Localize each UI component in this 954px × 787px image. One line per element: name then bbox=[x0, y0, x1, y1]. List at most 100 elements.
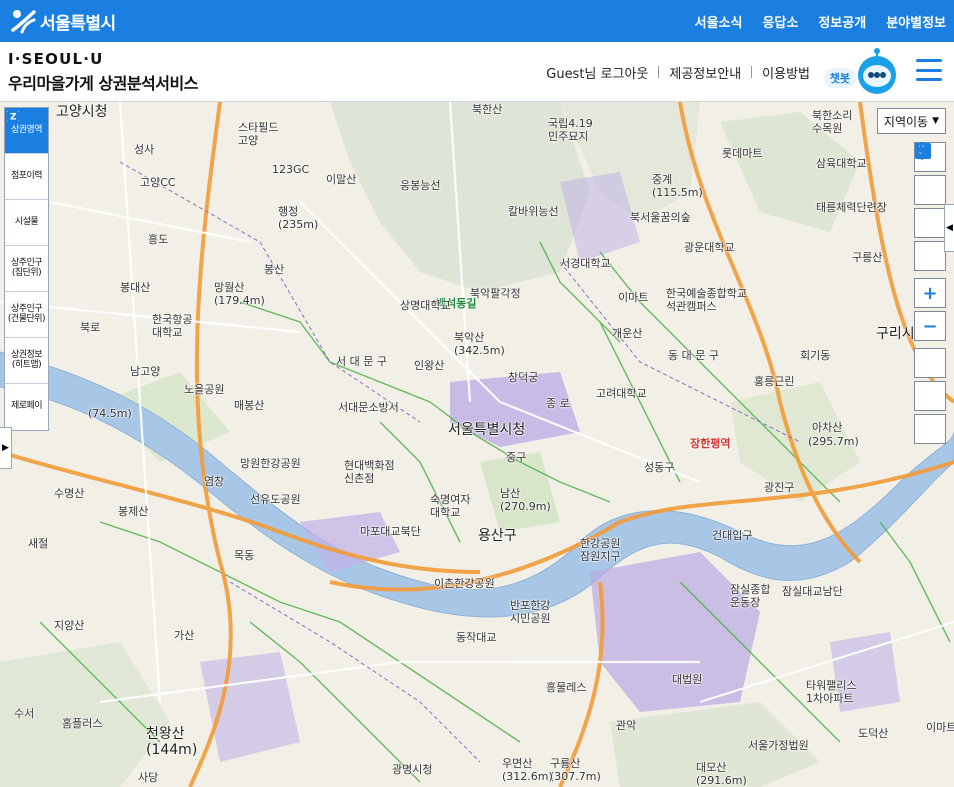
map-label-gaeunsan: 개운산 bbox=[612, 327, 643, 340]
map-label-korea-university: 고려대학교 bbox=[596, 387, 647, 400]
commercial-district-guro bbox=[200, 652, 300, 762]
map-label-gwangmyeong-city-hall: 천왕산 (144m) bbox=[146, 726, 198, 759]
map-label-mapo-bridge-north: 마포대교북단 bbox=[360, 525, 421, 538]
tool-label: 상주인구 (집단위) bbox=[10, 258, 43, 278]
tool-label: 시설물 bbox=[14, 216, 39, 227]
tool-resident-population-group[interactable]: 상주인구 (집단위) bbox=[5, 110, 48, 292]
map-label-dodeoksan: 사당 bbox=[138, 771, 159, 784]
service-header: I·SEOUL·U 우리마을가게 상권분석서비스 Guest님 로그아웃 제공정… bbox=[0, 42, 954, 102]
map-label-kalbawi-ridge: 칼바위능선 bbox=[508, 205, 559, 218]
map-label-goyang-cc: 고양CC bbox=[140, 176, 176, 189]
map-label-bugak-pavilion: 북악팔각정 bbox=[470, 287, 521, 300]
top-menu-news[interactable]: 서울소식 bbox=[695, 12, 743, 31]
map-label-seokyeong-university: 서경대학교 bbox=[560, 257, 611, 270]
map-label-elevation-745: (74.5m) bbox=[88, 407, 132, 420]
map-label-daemosan: 서울가정법원 bbox=[748, 739, 809, 752]
guest-label: Guest님 bbox=[546, 66, 597, 82]
tool-label: 상권영역 bbox=[10, 124, 43, 135]
map-label-supreme-court: 흥물레스 bbox=[546, 681, 587, 694]
top-menu-disclosure[interactable]: 정보공개 bbox=[818, 12, 866, 31]
poi-icon[interactable] bbox=[914, 142, 946, 271]
map-control-stack: P + − bbox=[914, 142, 946, 447]
satellite-icon[interactable] bbox=[914, 144, 946, 238]
seoul-logo-icon bbox=[11, 10, 36, 34]
tool-heatmap[interactable]: 상권정보 (히트맵) bbox=[5, 109, 48, 384]
map-label-bukro: 북로 bbox=[80, 321, 101, 334]
map-label-yeomchang: 염창 bbox=[204, 475, 225, 488]
zeropay-icon: Z bbox=[6, 109, 20, 123]
map-label-gasan: 가산 bbox=[174, 629, 195, 642]
map-label-seodaemun-fire-station: 서대문소방서 bbox=[338, 401, 399, 414]
info-link[interactable]: 제공정보안내 bbox=[669, 63, 741, 82]
map-label-saejeol: 새절 bbox=[28, 537, 49, 550]
zoom-out-icon[interactable]: − bbox=[914, 311, 946, 341]
hamburger-menu-icon[interactable] bbox=[916, 59, 942, 81]
map-label-guryongsan: 대모산 (291.6m) bbox=[696, 761, 747, 787]
link-divider bbox=[658, 66, 660, 78]
map-label-mangwolsan: 망월산 (179.4m) bbox=[214, 281, 265, 307]
map-label-dongdaemun-gu: 동 대 문 구 bbox=[668, 349, 719, 362]
tool-label: 점포이력 bbox=[10, 170, 43, 181]
iseoulu-brand[interactable]: I·SEOUL·U bbox=[8, 50, 104, 68]
tool-facilities[interactable]: 시설물 bbox=[5, 109, 48, 246]
chatbot-robot-icon[interactable] bbox=[852, 47, 902, 97]
area-icon[interactable] bbox=[914, 143, 946, 444]
map-label-seodaemun-gu: 서 대 문 구 bbox=[336, 355, 387, 368]
map-label-eungbong-ridge: 응봉능선 bbox=[400, 179, 441, 192]
tool-store-history[interactable]: 점포이력 bbox=[5, 110, 48, 200]
map-label-sadang: 우면산 (312.6m) bbox=[502, 757, 553, 783]
reset-icon[interactable] bbox=[914, 142, 946, 378]
seoul-logo[interactable]: 서울특별시 bbox=[10, 8, 116, 34]
svg-text:Z: Z bbox=[10, 113, 17, 123]
map-label-cheonwangsan: 홈플러스 bbox=[62, 717, 103, 730]
tool-zeropay[interactable]: Z 제로페이 bbox=[5, 109, 48, 430]
map-label-taereung-range: 태릉체력단련장 bbox=[816, 201, 887, 214]
map-label-bugaksan: 북악산 (342.5m) bbox=[454, 331, 505, 357]
parking-icon[interactable]: P bbox=[914, 143, 946, 205]
map-label-jamwon-park: 한강공원 잠원지구 bbox=[580, 537, 621, 563]
map-label-emart: 이마트 bbox=[618, 291, 649, 304]
map-label-achasan: 아차산 bbox=[812, 421, 843, 434]
region-move-dropdown[interactable]: 지역이동 ▼ bbox=[876, 108, 946, 134]
top-menu-field-info[interactable]: 분야별정보 bbox=[886, 12, 946, 31]
map-label-bongjesan: 봉제산 bbox=[118, 505, 149, 518]
howto-link[interactable]: 이용방법 bbox=[762, 63, 810, 82]
seoul-logo-text: 서울특별시 bbox=[40, 13, 116, 34]
map-label-emart-south: 도덕산 bbox=[858, 727, 889, 740]
left-panel-expand-arrow-icon[interactable]: ▶ bbox=[0, 427, 12, 469]
map-label-hongneung: 홍릉근린 bbox=[754, 375, 795, 388]
region-move-label: 지역이동 bbox=[883, 114, 929, 129]
map-label-lotte-mart: 롯데마트 bbox=[722, 147, 763, 160]
right-panel-expand-arrow-icon[interactable]: ◀ bbox=[944, 204, 954, 252]
top-menu-response[interactable]: 응답소 bbox=[762, 12, 798, 31]
service-title[interactable]: 우리마을가게 상권분석서비스 bbox=[8, 70, 198, 94]
link-divider bbox=[751, 66, 753, 78]
map-label-changdeokgung: 창덕궁 bbox=[508, 371, 539, 384]
tool-label: 상주인구 (건물단위) bbox=[7, 304, 46, 324]
map-label-junggye: 중계 (115.5m) bbox=[652, 173, 703, 199]
map-label-guri-city: 구리시 bbox=[876, 326, 915, 342]
map-label-seonyudo-park: 선유도공원 bbox=[250, 493, 301, 506]
map-label-heungdo: 흥도 bbox=[148, 233, 169, 246]
map-label-bongdaesan: 봉대산 bbox=[120, 281, 151, 294]
ruler-icon[interactable] bbox=[914, 144, 946, 411]
map-label-123gc: 123GC bbox=[272, 163, 310, 176]
map-label-yongsan-gu: 용산구 bbox=[478, 528, 517, 544]
map-label-starfield-goyang: 스타필드 고양 bbox=[238, 121, 279, 147]
header-links: Guest님 로그아웃 제공정보안내 이용방법 bbox=[546, 42, 810, 102]
map-label-mokdong: 목동 bbox=[234, 549, 255, 562]
map-label-bongsan: 봉산 bbox=[264, 263, 285, 276]
burger-line bbox=[916, 59, 942, 62]
map-canvas[interactable]: 고양시청 북한산 국립4.19 민주묘지 북한소리 수목원 스타필드 고양 12… bbox=[0, 102, 954, 787]
map-label-janghanpyeong-station: 장한평역 bbox=[690, 437, 731, 450]
map-label-dongjak-bridge: 동작대교 bbox=[456, 631, 497, 644]
tool-label: 상권정보 (히트맵) bbox=[10, 350, 43, 370]
map-label-inwangsan: 인왕산 bbox=[414, 359, 445, 372]
logout-link[interactable]: 로그아웃 bbox=[601, 63, 649, 82]
map-label-banpo-park: 반포한강 시민공원 bbox=[510, 599, 551, 625]
zoom-in-icon[interactable]: + bbox=[914, 278, 946, 308]
tool-resident-population-building[interactable]: 상주인구 (건물단위) bbox=[5, 110, 48, 338]
map-label-tower-palace: 대법원 bbox=[672, 673, 703, 686]
map-label-gureungsan: 구릉산 bbox=[852, 251, 883, 264]
top-menu: 서울소식 응답소 정보공개 분야별정보 bbox=[695, 0, 946, 42]
